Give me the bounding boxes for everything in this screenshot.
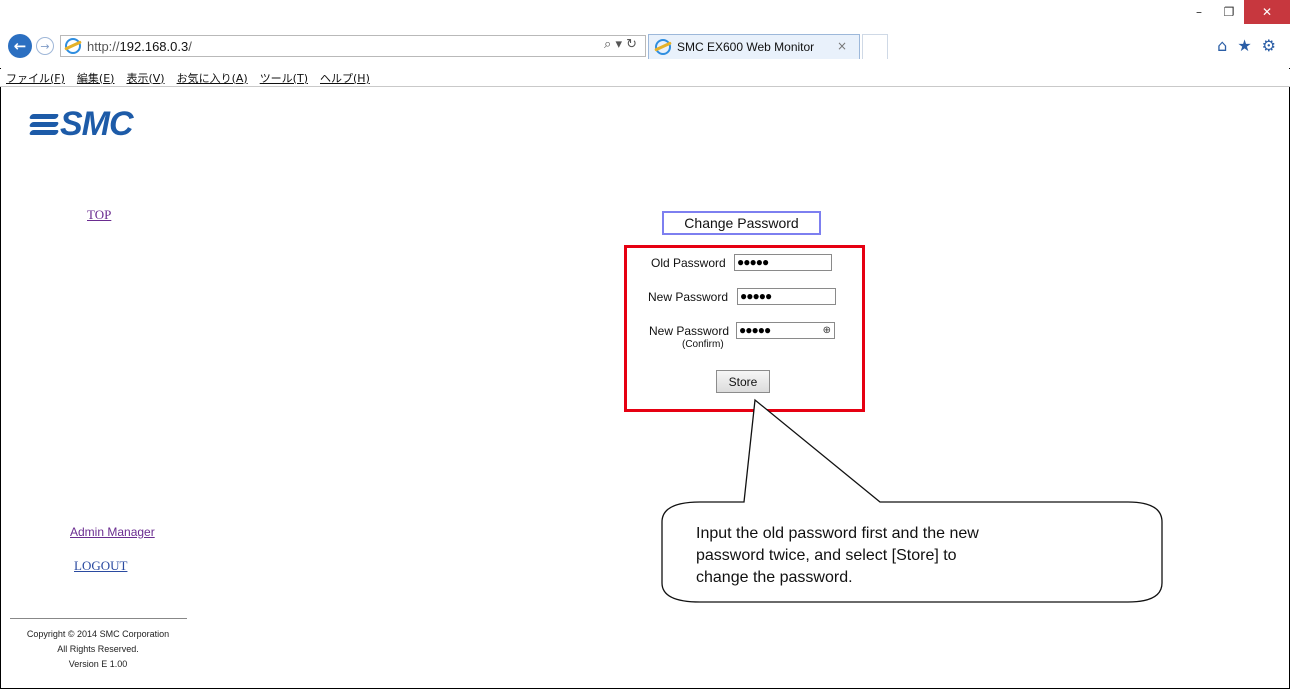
callout-line: change the password. (696, 569, 853, 586)
callout-line: Input the old password first and the new (696, 525, 979, 542)
callout-text: Input the old password first and the new… (696, 523, 1136, 589)
callout-line: password twice, and select [Store] to (696, 547, 957, 564)
